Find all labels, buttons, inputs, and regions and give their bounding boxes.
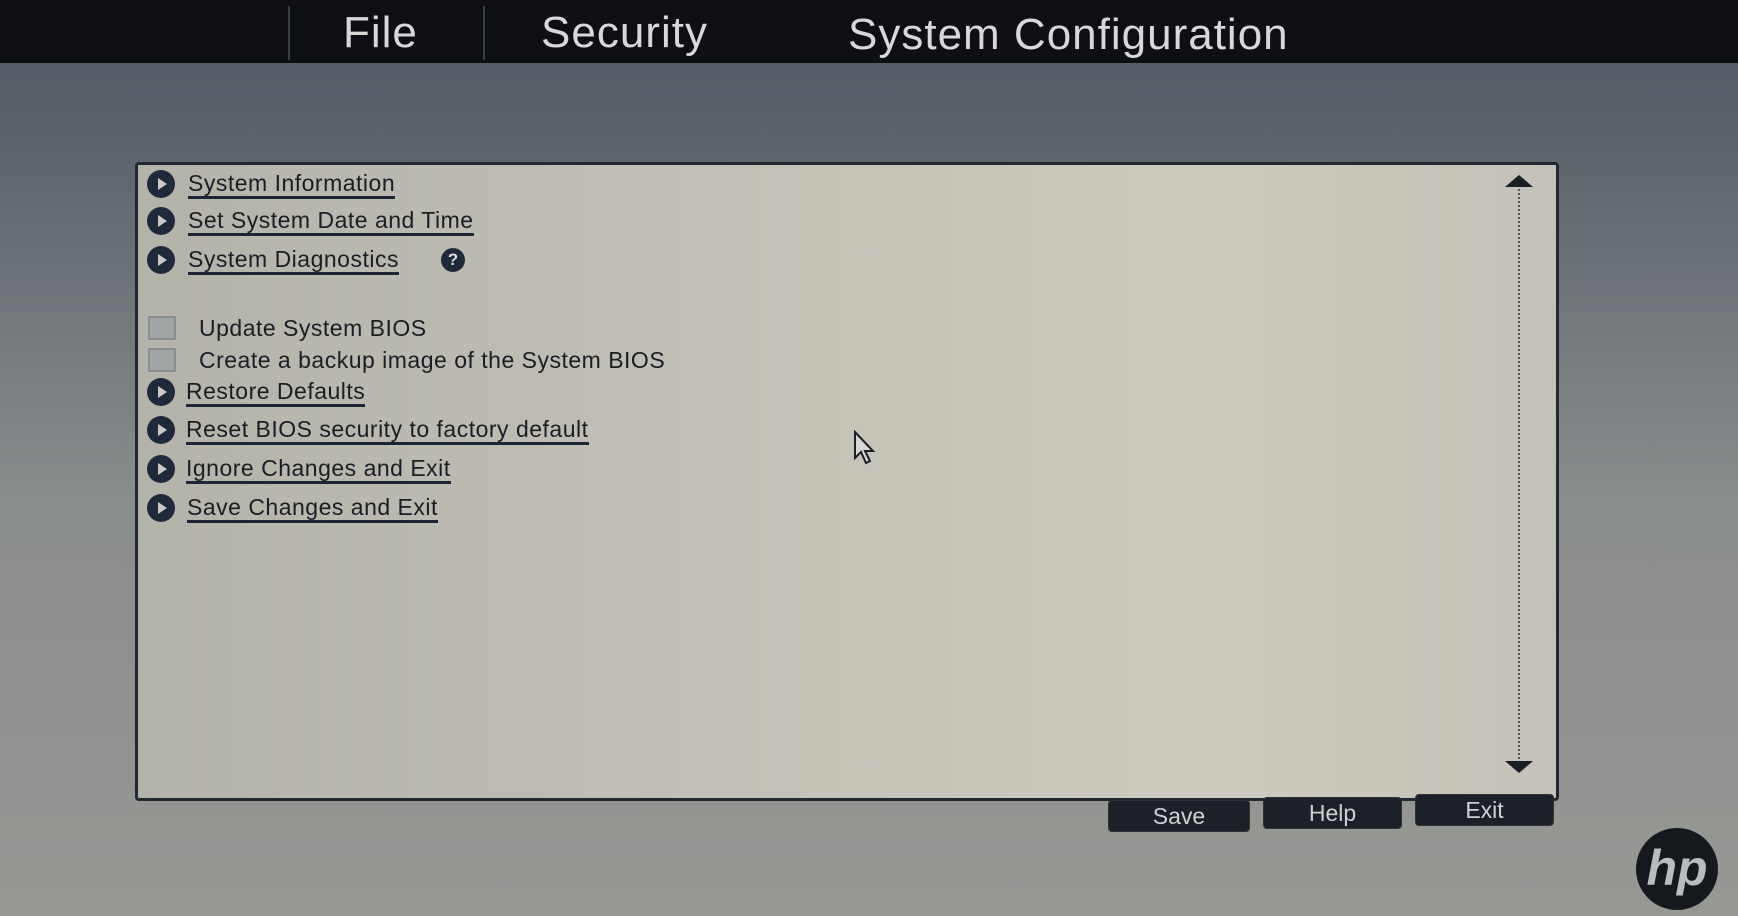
scrollbar-track[interactable] bbox=[1518, 189, 1520, 759]
arrow-right-circle-icon bbox=[147, 416, 175, 444]
item-label: Ignore Changes and Exit bbox=[186, 455, 451, 484]
arrow-right-circle-icon bbox=[147, 170, 175, 198]
menu-divider bbox=[483, 6, 485, 60]
item-label: Reset BIOS security to factory default bbox=[186, 416, 589, 445]
help-icon[interactable]: ? bbox=[441, 248, 465, 272]
item-label: Create a backup image of the System BIOS bbox=[199, 346, 666, 373]
item-label: System Diagnostics bbox=[188, 246, 399, 275]
arrow-right-circle-icon bbox=[147, 246, 175, 274]
disabled-box-icon bbox=[148, 348, 176, 372]
tab-file[interactable]: File bbox=[343, 8, 418, 58]
menu-divider bbox=[288, 6, 290, 60]
item-label: Update System BIOS bbox=[199, 314, 427, 341]
tab-system-configuration[interactable]: System Configuration bbox=[848, 10, 1289, 60]
scroll-up-arrow-icon[interactable] bbox=[1505, 175, 1533, 187]
exit-button[interactable]: Exit bbox=[1415, 794, 1554, 826]
item-label: Save Changes and Exit bbox=[187, 494, 438, 523]
menu-bar: File Security System Configuration bbox=[0, 0, 1738, 63]
arrow-right-circle-icon bbox=[147, 207, 175, 235]
item-label: Set System Date and Time bbox=[188, 207, 474, 236]
arrow-right-circle-icon bbox=[147, 378, 175, 406]
disabled-box-icon bbox=[148, 316, 176, 340]
save-button[interactable]: Save bbox=[1108, 800, 1250, 832]
scroll-down-arrow-icon[interactable] bbox=[1505, 761, 1533, 773]
arrow-right-circle-icon bbox=[147, 494, 175, 522]
arrow-right-circle-icon bbox=[147, 455, 175, 483]
tab-security[interactable]: Security bbox=[541, 8, 708, 58]
item-label: Restore Defaults bbox=[186, 378, 366, 407]
file-menu-panel: System Information Set System Date and T… bbox=[135, 162, 1559, 801]
mouse-cursor-icon bbox=[854, 430, 876, 465]
item-label: System Information bbox=[188, 170, 396, 199]
hp-logo: hp bbox=[1636, 828, 1718, 910]
help-button[interactable]: Help bbox=[1263, 797, 1402, 829]
